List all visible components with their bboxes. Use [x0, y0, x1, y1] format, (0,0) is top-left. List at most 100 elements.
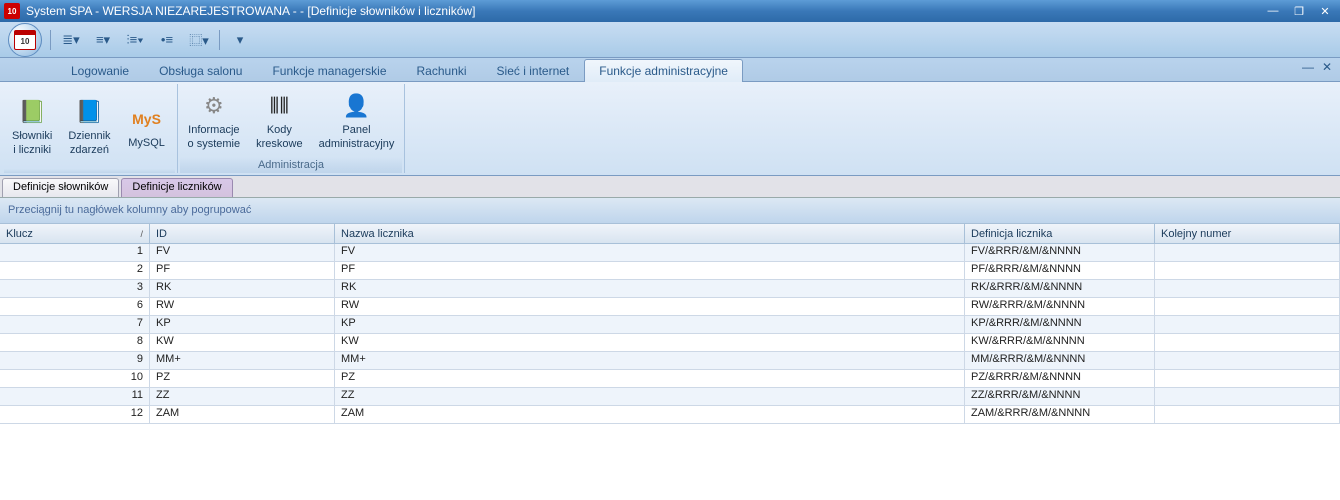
quick-access-toolbar: 10 ≣▾ ≡▾ ⫶≡▾ •≡ ⿴▾ ▾	[0, 22, 1340, 58]
ribbon-informacje[interactable]: ⚙ Informacjeo systemie	[180, 84, 249, 157]
cell-kolejny	[1155, 316, 1340, 333]
cell-id: KW	[150, 334, 335, 351]
window-title: System SPA - WERSJA NIEZAREJESTROWANA - …	[26, 4, 1262, 18]
cell-def: ZZ/&RRR/&M/&NNNN	[965, 388, 1155, 405]
sort-asc-icon: /	[140, 229, 143, 239]
list-number-icon[interactable]: ≣▾	[59, 29, 83, 51]
tab-funkcje-managerskie[interactable]: Funkcje managerskie	[257, 59, 401, 82]
cell-kolejny	[1155, 262, 1340, 279]
cell-nazwa: ZZ	[335, 388, 965, 405]
ribbon-group-label	[4, 169, 175, 173]
ribbon-item-label: Paneladministracyjny	[319, 124, 395, 150]
cell-klucz: 12	[0, 406, 150, 423]
cell-id: ZZ	[150, 388, 335, 405]
cell-id: PZ	[150, 370, 335, 387]
subtab-definicje-licznikow[interactable]: Definicje liczników	[121, 178, 232, 197]
column-header-definicja[interactable]: Definicja licznika	[965, 224, 1155, 243]
cell-klucz: 2	[0, 262, 150, 279]
ribbon-item-label: Słownikii liczniki	[12, 130, 52, 156]
list-bullet-icon[interactable]: •≡	[155, 29, 179, 51]
subtab-definicje-slownikow[interactable]: Definicje słowników	[2, 178, 119, 197]
app-menu-orb[interactable]: 10	[8, 23, 42, 57]
cell-kolejny	[1155, 334, 1340, 351]
cell-kolejny	[1155, 406, 1340, 423]
separator	[50, 30, 51, 50]
separator	[219, 30, 220, 50]
table-row[interactable]: 8KWKWKW/&RRR/&M/&NNNN	[0, 334, 1340, 352]
tab-obsluga-salonu[interactable]: Obsługa salonu	[144, 59, 257, 82]
table-row[interactable]: 2PFPFPF/&RRR/&M/&NNNN	[0, 262, 1340, 280]
ribbon-slowniki[interactable]: 📗 Słownikii liczniki	[4, 84, 60, 169]
cell-klucz: 9	[0, 352, 150, 369]
cell-nazwa: RK	[335, 280, 965, 297]
grid-header: Klucz / ID Nazwa licznika Definicja licz…	[0, 224, 1340, 244]
cell-kolejny	[1155, 370, 1340, 387]
cell-def: KW/&RRR/&M/&NNNN	[965, 334, 1155, 351]
list-layout-icon[interactable]: ⿴▾	[187, 29, 211, 51]
table-row[interactable]: 7KPKPKP/&RRR/&M/&NNNN	[0, 316, 1340, 334]
ribbon-kody[interactable]: ⦀⦀ Kodykreskowe	[248, 84, 310, 157]
book-icon: 📗	[16, 96, 48, 128]
ribbon: 📗 Słownikii liczniki 📘 Dziennikzdarzeń M…	[0, 82, 1340, 176]
tab-siec-i-internet[interactable]: Sieć i internet	[482, 59, 585, 82]
table-row[interactable]: 1FVFVFV/&RRR/&M/&NNNN	[0, 244, 1340, 262]
mdi-close-icon[interactable]: ✕	[1322, 60, 1332, 74]
cell-nazwa: KP	[335, 316, 965, 333]
column-header-kolejny[interactable]: Kolejny numer	[1155, 224, 1340, 243]
ribbon-tabs: Logowanie Obsługa salonu Funkcje manager…	[0, 58, 1340, 82]
cell-klucz: 10	[0, 370, 150, 387]
cell-def: RK/&RRR/&M/&NNNN	[965, 280, 1155, 297]
tab-rachunki[interactable]: Rachunki	[402, 59, 482, 82]
cell-nazwa: PF	[335, 262, 965, 279]
ribbon-item-label: Informacjeo systemie	[188, 124, 241, 150]
tab-funkcje-administracyjne[interactable]: Funkcje administracyjne	[584, 59, 743, 82]
qat-customize-icon[interactable]: ▾	[228, 29, 252, 51]
table-row[interactable]: 3RKRKRK/&RRR/&M/&NNNN	[0, 280, 1340, 298]
cell-id: RK	[150, 280, 335, 297]
groupby-panel[interactable]: Przeciągnij tu nagłówek kolumny aby pogr…	[0, 198, 1340, 224]
grid-body: 1FVFVFV/&RRR/&M/&NNNN2PFPFPF/&RRR/&M/&NN…	[0, 244, 1340, 424]
cell-nazwa: MM+	[335, 352, 965, 369]
table-row[interactable]: 9MM+MM+MM/&RRR/&M/&NNNN	[0, 352, 1340, 370]
cell-kolejny	[1155, 280, 1340, 297]
cell-def: PZ/&RRR/&M/&NNNN	[965, 370, 1155, 387]
column-header-id[interactable]: ID	[150, 224, 335, 243]
cell-klucz: 11	[0, 388, 150, 405]
cell-kolejny	[1155, 244, 1340, 261]
cell-id: PF	[150, 262, 335, 279]
ribbon-panel[interactable]: 👤 Paneladministracyjny	[311, 84, 403, 157]
cell-id: RW	[150, 298, 335, 315]
cell-id: KP	[150, 316, 335, 333]
maximize-button[interactable]: ❐	[1288, 2, 1310, 20]
table-row[interactable]: 10PZPZPZ/&RRR/&M/&NNNN	[0, 370, 1340, 388]
close-button[interactable]: ✕	[1314, 2, 1336, 20]
cell-def: MM/&RRR/&M/&NNNN	[965, 352, 1155, 369]
cell-kolejny	[1155, 352, 1340, 369]
user-icon: 👤	[341, 90, 373, 122]
ribbon-item-label: MySQL	[128, 137, 165, 150]
list-indent-icon[interactable]: ⫶≡▾	[123, 29, 147, 51]
table-row[interactable]: 12ZAMZAMZAM/&RRR/&M/&NNNN	[0, 406, 1340, 424]
cell-def: KP/&RRR/&M/&NNNN	[965, 316, 1155, 333]
barcode-icon: ⦀⦀	[263, 90, 295, 122]
ribbon-item-label: Dziennikzdarzeń	[68, 130, 110, 156]
subtabs: Definicje słowników Definicje liczników	[0, 176, 1340, 198]
column-header-nazwa[interactable]: Nazwa licznika	[335, 224, 965, 243]
column-header-klucz[interactable]: Klucz /	[0, 224, 150, 243]
mdi-minimize-icon[interactable]: —	[1302, 60, 1314, 74]
tab-logowanie[interactable]: Logowanie	[56, 59, 144, 82]
ribbon-group-label: Administracja	[180, 157, 403, 173]
list-decrease-icon[interactable]: ≡▾	[91, 29, 115, 51]
cell-nazwa: RW	[335, 298, 965, 315]
journal-icon: 📘	[73, 96, 105, 128]
table-row[interactable]: 11ZZZZZZ/&RRR/&M/&NNNN	[0, 388, 1340, 406]
app-icon: 10	[4, 3, 20, 19]
ribbon-mysql[interactable]: MyS MySQL	[119, 84, 175, 169]
ribbon-dziennik[interactable]: 📘 Dziennikzdarzeń	[60, 84, 118, 169]
window-titlebar: 10 System SPA - WERSJA NIEZAREJESTROWANA…	[0, 0, 1340, 22]
cell-id: FV	[150, 244, 335, 261]
table-row[interactable]: 6RWRWRW/&RRR/&M/&NNNN	[0, 298, 1340, 316]
cell-def: ZAM/&RRR/&M/&NNNN	[965, 406, 1155, 423]
cell-id: MM+	[150, 352, 335, 369]
minimize-button[interactable]: —	[1262, 2, 1284, 20]
